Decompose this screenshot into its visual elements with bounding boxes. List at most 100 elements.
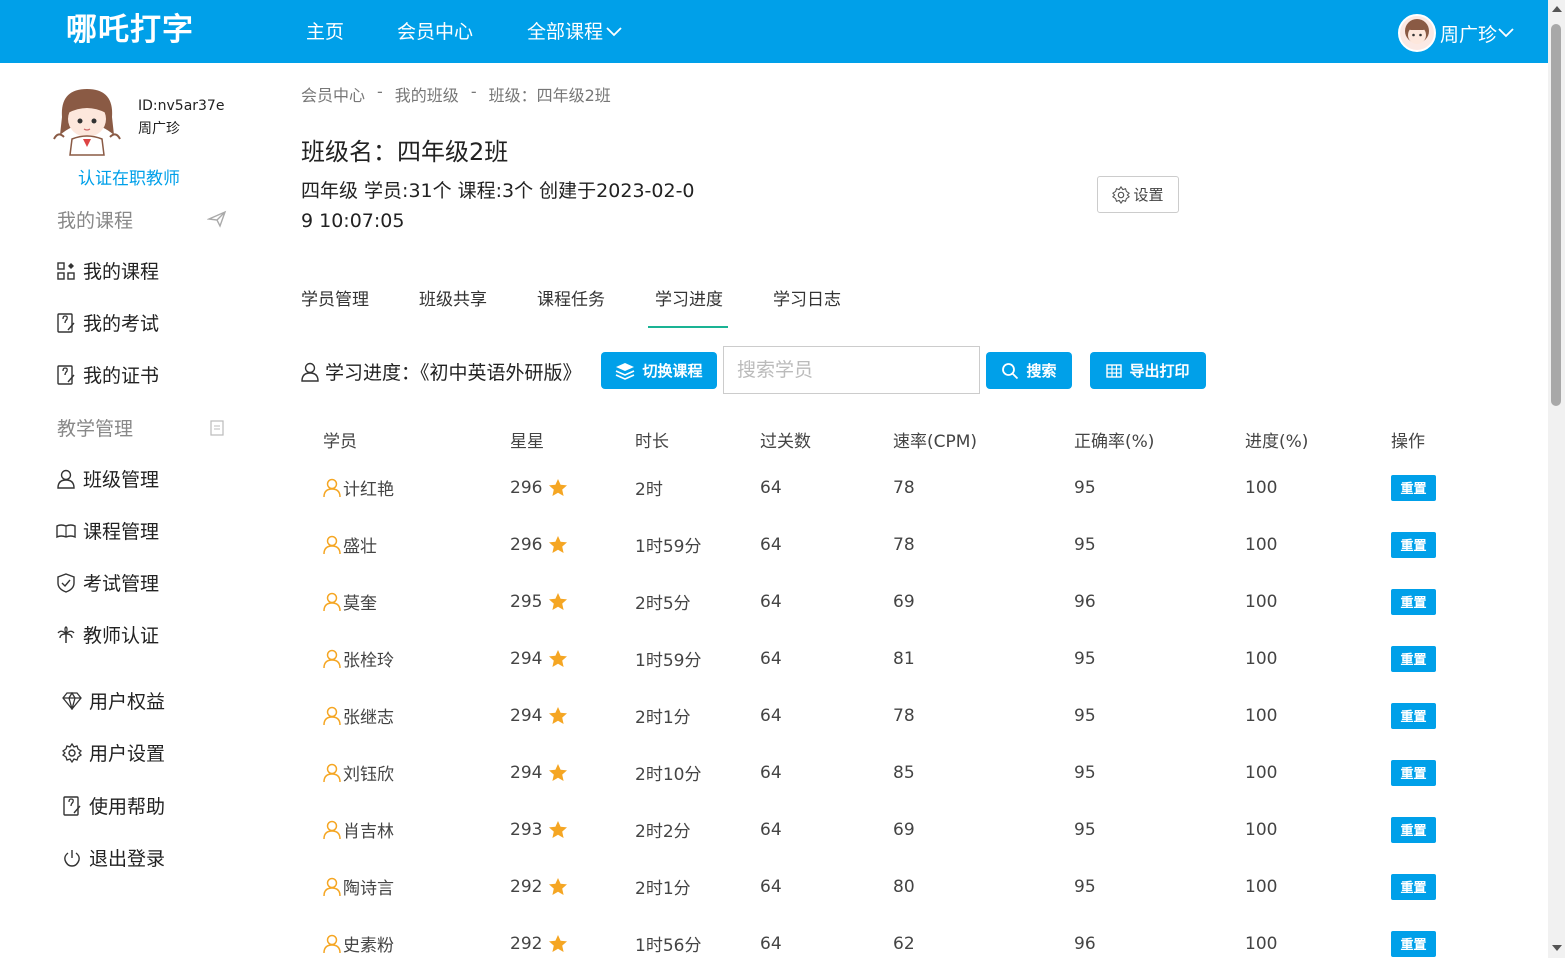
sidebar-item-teacher-certification[interactable]: 教师认证 <box>56 621 159 648</box>
user-icon <box>323 706 341 725</box>
stars-value: 294 <box>510 648 543 669</box>
nav-member-center[interactable]: 会员中心 <box>397 20 473 44</box>
shield-check-icon <box>56 572 76 593</box>
sidebar-item-logout[interactable]: 退出登录 <box>62 844 165 871</box>
accuracy-cell: 95 <box>1074 534 1096 555</box>
progress-course-label: 学习进度：《初中英语外研版》 <box>301 358 582 385</box>
site-logo[interactable]: 哪吒打字 <box>66 10 194 50</box>
star-icon <box>549 764 568 781</box>
page-scrollbar[interactable] <box>1548 0 1565 958</box>
progress-cell: 100 <box>1245 591 1278 612</box>
reset-button[interactable]: 重置 <box>1391 930 1436 957</box>
student-name: 张继志 <box>343 708 394 728</box>
tab-bar: 学员管理 班级共享 课程任务 学习进度 学习日志 <box>301 285 891 328</box>
scroll-thumb[interactable] <box>1551 24 1561 406</box>
reset-button[interactable]: 重置 <box>1391 702 1436 729</box>
progress-cell: 100 <box>1245 477 1278 498</box>
grid-icon <box>56 261 76 281</box>
reset-button[interactable]: 重置 <box>1391 531 1436 558</box>
certify-teacher-link[interactable]: 认证在职教师 <box>78 164 180 189</box>
nav-all-courses[interactable]: 全部课程 <box>527 20 623 44</box>
progress-cell: 100 <box>1245 933 1278 954</box>
export-print-button[interactable]: 导出打印 <box>1090 352 1206 389</box>
accuracy-cell: 95 <box>1074 819 1096 840</box>
star-icon <box>549 707 568 724</box>
stars-cell: 296 <box>510 535 635 555</box>
reset-button[interactable]: 重置 <box>1391 759 1436 786</box>
switch-course-button[interactable]: 切换课程 <box>601 352 717 389</box>
stars-cell: 293 <box>510 820 635 840</box>
stars-cell: 292 <box>510 877 635 897</box>
profile-id: ID:nv5ar37e <box>138 98 225 114</box>
progress-cell: 100 <box>1245 648 1278 669</box>
user-menu[interactable]: 周广珍 <box>1398 14 1515 52</box>
reset-button[interactable]: 重置 <box>1391 645 1436 672</box>
sidebar-item-my-certificates[interactable]: 我的证书 <box>56 361 159 388</box>
breadcrumb-my-classes[interactable]: 我的班级 <box>395 82 459 106</box>
cpm-cell: 78 <box>893 534 915 555</box>
sidebar-item-my-exams[interactable]: 我的考试 <box>56 309 159 336</box>
exam-icon <box>56 312 76 333</box>
sidebar-item-label: 我的证书 <box>83 365 160 387</box>
reset-button[interactable]: 重置 <box>1391 873 1436 900</box>
progress-table: 学员 星星 时长 过关数 速率(CPM) 正确率(%) 进度(%) 操作 计红艳… <box>301 419 1481 958</box>
stars-cell: 294 <box>510 649 635 669</box>
sidebar-item-user-settings[interactable]: 用户设置 <box>62 739 165 766</box>
search-student-input[interactable] <box>723 346 980 394</box>
reset-button[interactable]: 重置 <box>1391 816 1436 843</box>
sidebar-item-help[interactable]: 使用帮助 <box>62 792 165 819</box>
table-row: 张栓玲 294 1时59分 64 81 95 100 重置 <box>301 630 1481 687</box>
cpm-cell: 85 <box>893 762 915 783</box>
passed-cell: 64 <box>760 876 782 897</box>
tab-course-tasks[interactable]: 课程任务 <box>537 285 605 328</box>
tab-student-management[interactable]: 学员管理 <box>301 285 369 328</box>
stars-cell: 295 <box>510 592 635 612</box>
chevron-down-icon <box>606 27 622 37</box>
scroll-up-arrow[interactable] <box>1552 6 1562 12</box>
duration-cell: 2时5分 <box>635 594 691 614</box>
tab-learning-progress[interactable]: 学习进度 <box>648 285 728 328</box>
reset-button[interactable]: 重置 <box>1391 474 1436 501</box>
sidebar-item-exam-management[interactable]: 考试管理 <box>56 569 159 596</box>
user-icon <box>323 763 341 782</box>
user-icon <box>323 592 341 611</box>
action-cell: 重置 <box>1391 873 1481 900</box>
star-icon <box>549 878 568 895</box>
nav-all-courses-label: 全部课程 <box>527 21 604 43</box>
action-cell: 重置 <box>1391 588 1481 615</box>
tab-learning-log[interactable]: 学习日志 <box>773 285 841 328</box>
progress-course-text: 学习进度：《初中英语外研版》 <box>325 362 582 384</box>
nav-home[interactable]: 主页 <box>306 20 344 44</box>
student-cell: 盛壮 <box>301 532 510 557</box>
sidebar-item-label: 课程管理 <box>83 521 160 543</box>
tab-class-sharing[interactable]: 班级共享 <box>419 285 487 328</box>
stars-value: 296 <box>510 534 543 555</box>
breadcrumb-member-center[interactable]: 会员中心 <box>301 82 365 106</box>
search-button[interactable]: 搜索 <box>986 352 1072 389</box>
chevron-down-icon <box>1498 28 1514 38</box>
section-teaching: 教学管理 <box>57 418 134 440</box>
passed-cell: 64 <box>760 534 782 555</box>
sidebar-item-class-management[interactable]: 班级管理 <box>56 465 159 492</box>
gear-icon <box>62 742 82 763</box>
passed-cell: 64 <box>760 933 782 954</box>
sidebar-item-course-management[interactable]: 课程管理 <box>56 517 159 544</box>
sidebar-item-label: 用户设置 <box>89 743 166 765</box>
cpm-cell: 69 <box>893 819 915 840</box>
student-cell: 刘钰欣 <box>301 760 510 785</box>
sidebar-item-my-courses[interactable]: 我的课程 <box>56 257 159 284</box>
clipboard-icon <box>210 420 224 436</box>
user-icon <box>323 820 341 839</box>
settings-button[interactable]: 设置 <box>1097 176 1179 213</box>
table-icon <box>1106 363 1123 378</box>
reset-button[interactable]: 重置 <box>1391 588 1436 615</box>
avatar <box>1398 14 1436 52</box>
passed-cell: 64 <box>760 705 782 726</box>
passed-cell: 64 <box>760 762 782 783</box>
star-icon <box>549 536 568 553</box>
student-cell: 陶诗言 <box>301 874 510 899</box>
user-name: 周广珍 <box>1440 23 1498 46</box>
sidebar-item-user-benefits[interactable]: 用户权益 <box>62 687 165 714</box>
user-icon <box>323 535 341 554</box>
scroll-down-arrow[interactable] <box>1552 945 1562 951</box>
